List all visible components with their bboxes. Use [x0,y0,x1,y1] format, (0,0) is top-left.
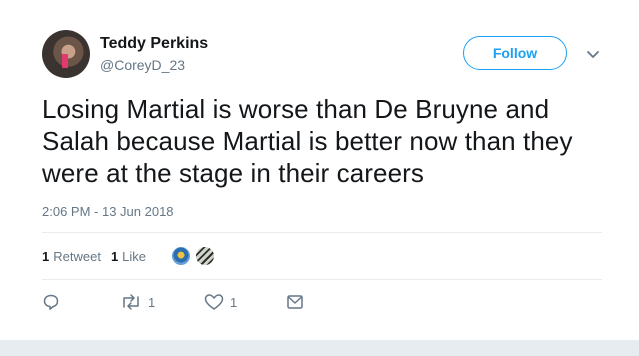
liker-avatar[interactable] [194,245,217,267]
retweet-count: 1 [148,294,156,310]
engagement-stats: 1 Retweet 1 Like [42,244,217,268]
follow-button[interactable]: Follow [463,36,567,70]
liker-avatar[interactable] [170,245,193,267]
like-button[interactable]: 1 [204,293,286,311]
divider [42,232,602,233]
retweet-stat[interactable]: 1 Retweet [42,249,101,264]
author-name[interactable]: Teddy Perkins [100,35,208,53]
retweet-stat-label: Retweet [53,248,101,264]
tweet-card: Teddy Perkins @CoreyD_23 Follow Losing M… [0,0,639,340]
tweet-text: Losing Martial is worse than De Bruyne a… [42,94,573,188]
tweet-timestamp[interactable]: 2:06 PM - 13 Jun 2018 [42,204,174,219]
retweet-button[interactable]: 1 [120,293,204,311]
chevron-down-icon[interactable] [584,45,602,63]
direct-message-button[interactable] [286,293,304,311]
divider [42,279,602,280]
like-stat-count: 1 [110,248,119,264]
reply-button[interactable] [42,293,120,311]
retweet-stat-count: 1 [42,248,50,264]
tweet-actions: 1 1 [42,291,304,313]
message-icon [287,295,303,309]
like-stat[interactable]: 1 Like [111,249,146,264]
avatar[interactable] [42,30,90,78]
reply-icon [43,294,59,310]
retweet-icon [123,294,139,310]
like-count: 1 [230,294,238,310]
author-handle[interactable]: @CoreyD_23 [100,57,185,73]
heart-icon [204,294,224,310]
like-stat-label: Like [122,248,147,264]
